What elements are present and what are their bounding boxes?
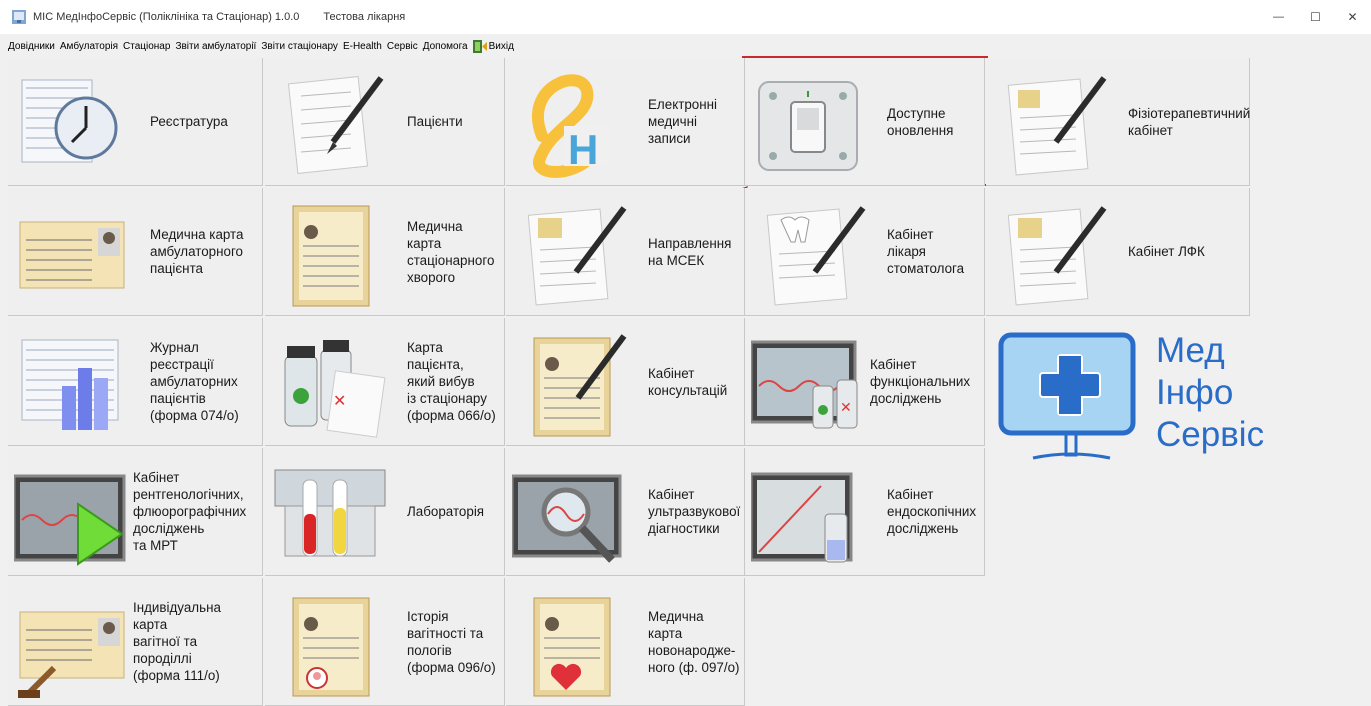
switch-update-icon: [758, 81, 858, 171]
menu-ambulatoriia[interactable]: Амбулаторія: [60, 41, 118, 52]
tile-patients-form-pen[interactable]: Пацієнти: [265, 58, 505, 186]
journal-chart-icon: [21, 339, 119, 430]
tile-lfk-form[interactable]: Кабінет ЛФК: [986, 188, 1250, 316]
inpatient-folder-icon: [292, 205, 370, 307]
menu-zvity-statsionaru[interactable]: Звіти стаціонару: [261, 41, 338, 52]
window-title: МІС МедІнфоСервіс (Поліклініка та Стаціо…: [33, 11, 300, 23]
tile-newborn-card-heart[interactable]: Медична карта новонароджe- ного (ф. 097/…: [506, 578, 745, 706]
tile-label: Історія вагітності та пологів (форма 096…: [407, 608, 496, 675]
tile-label: Кабінет рентгенологічних, флюорографічни…: [133, 470, 247, 553]
menu-zvity-ambulatorii[interactable]: Звіти амбулаторії: [175, 41, 256, 52]
tile-label: Кабінет ЛФК: [1128, 244, 1205, 259]
xray-monitor-play-icon: [14, 474, 126, 566]
svg-text:✕: ✕: [840, 399, 852, 415]
menu-bar: Довідники Амбулаторія Стаціонар Звіти ам…: [0, 36, 1371, 56]
discharge-bottles-icon: ✕: [284, 340, 386, 438]
tile-label: Кабінет функціональних досліджень: [870, 357, 971, 406]
tile-inpatient-folder[interactable]: Медична карта стаціонарного хворого: [265, 188, 505, 316]
tile-registry-clock[interactable]: Реєстратура: [8, 58, 263, 186]
menu-statsionar[interactable]: Стаціонар: [123, 41, 170, 52]
tile-label: Карта пацієнта, який вибув із стаціонару…: [407, 340, 496, 423]
tile-functional-monitor[interactable]: ✕ Кабінет функціональних досліджень: [745, 318, 985, 446]
tile-journal-chart[interactable]: Журнал реєстрації амбулаторних пацієнтів…: [8, 318, 263, 446]
tile-label: Кабінет консультацій: [648, 365, 728, 398]
outpatient-card-icon: [19, 221, 125, 289]
menu-servis[interactable]: Сервіс: [387, 41, 418, 52]
tile-msek-referral[interactable]: Направлення на МСЕК: [506, 188, 745, 316]
exit-icon: [472, 39, 487, 53]
tile-consultation-folder[interactable]: Кабінет консультацій: [506, 318, 745, 446]
tile-physio-form-pen[interactable]: Фізіотерапевтичний кабінет: [986, 58, 1250, 186]
tile-label: Кабінет лікаря стоматолога: [887, 227, 965, 276]
menu-dopomoha[interactable]: Допомога: [423, 41, 468, 52]
registry-clock-icon: [21, 79, 118, 163]
close-button[interactable]: ✕: [1334, 0, 1371, 34]
close-icon: ✕: [1347, 10, 1358, 24]
patients-form-pen-icon: [287, 76, 384, 174]
maximize-button[interactable]: ☐: [1297, 0, 1334, 34]
svg-text:✕: ✕: [333, 393, 346, 410]
tile-label: Медична карта стаціонарного хворого: [407, 218, 495, 285]
tile-dentist-form[interactable]: Кабінет лікаря стоматолога: [745, 188, 985, 316]
tile-xray-monitor-play[interactable]: Кабінет рентгенологічних, флюорографічни…: [8, 448, 263, 576]
endoscopy-monitor-icon: [751, 472, 853, 563]
consultation-folder-icon: [533, 334, 627, 437]
physio-form-pen-icon: [1007, 76, 1107, 176]
pregnancy-card-stamp-icon: [18, 611, 125, 698]
tile-label: Журнал реєстрації амбулаторних пацієнтів…: [150, 340, 239, 423]
svg-text:H: H: [568, 126, 598, 173]
tile-outpatient-card[interactable]: Медична карта амбулаторного пацієнта: [8, 188, 263, 316]
tile-label: Кабінет ультразвукової діагностики: [648, 487, 741, 536]
logo-text: Мед Інфо Сервіс: [1156, 331, 1265, 454]
window-controls: — ☐ ✕: [1260, 0, 1371, 34]
ultrasound-magnifier-icon: [512, 474, 622, 563]
tile-label: Фізіотерапевтичний кабінет: [1128, 105, 1251, 138]
app-icon: [12, 10, 26, 24]
tile-lab-tubes[interactable]: Лабораторія: [265, 448, 505, 576]
tile-ehealth-logo[interactable]: H Електронні медичні записи: [506, 58, 745, 186]
tile-ultrasound-magnifier[interactable]: Кабінет ультразвукової діагностики: [506, 448, 745, 576]
pregnancy-history-icon: [292, 597, 370, 697]
tile-switch-update[interactable]: Доступне оновлення: [745, 58, 985, 186]
minimize-icon: —: [1273, 11, 1284, 23]
tile-label: Кабінет ендоскопічних досліджень: [887, 487, 977, 536]
ehealth-logo-icon: H: [532, 74, 610, 178]
functional-monitor-icon: ✕: [751, 340, 858, 429]
newborn-card-heart-icon: [533, 597, 611, 697]
tile-label: Медична карта новонароджe- ного (ф. 097/…: [648, 608, 740, 675]
menu-dovidnyky[interactable]: Довідники: [8, 41, 55, 52]
tile-discharge-bottles[interactable]: ✕ Карта пацієнта, який вибув із стаціонар…: [265, 318, 505, 446]
tile-label: Пацієнти: [407, 114, 463, 129]
tile-label: Доступне оновлення: [887, 105, 954, 138]
menu-ehealth[interactable]: E-Health: [343, 41, 382, 52]
dentist-form-icon: [766, 206, 866, 306]
tile-label: Медична карта амбулаторного пацієнта: [150, 227, 244, 276]
title-bar: МІС МедІнфоСервіс (Поліклініка та Стаціо…: [0, 0, 1371, 34]
msek-referral-icon: [527, 206, 627, 306]
minimize-button[interactable]: —: [1260, 0, 1297, 34]
tile-label: Електронні медичні записи: [648, 97, 717, 146]
tile-pregnancy-card-stamp[interactable]: Індивідуальна карта вагітної та породілл…: [8, 578, 263, 706]
tile-label: Реєстратура: [150, 114, 228, 129]
lfk-form-icon: [1007, 206, 1107, 306]
tile-label: Індивідуальна карта вагітної та породілл…: [133, 600, 221, 683]
tile-pregnancy-history[interactable]: Історія вагітності та пологів (форма 096…: [265, 578, 505, 706]
menu-exit[interactable]: Вихід: [489, 41, 514, 52]
lab-tubes-icon: [274, 469, 386, 557]
tile-label: Направлення на МСЕК: [648, 235, 732, 268]
window-subtitle: Тестова лікарня: [323, 11, 406, 23]
tile-label: Лабораторія: [407, 504, 485, 519]
maximize-icon: ☐: [1310, 10, 1321, 24]
tile-endoscopy-monitor[interactable]: Кабінет ендоскопічних досліджень: [745, 448, 985, 576]
